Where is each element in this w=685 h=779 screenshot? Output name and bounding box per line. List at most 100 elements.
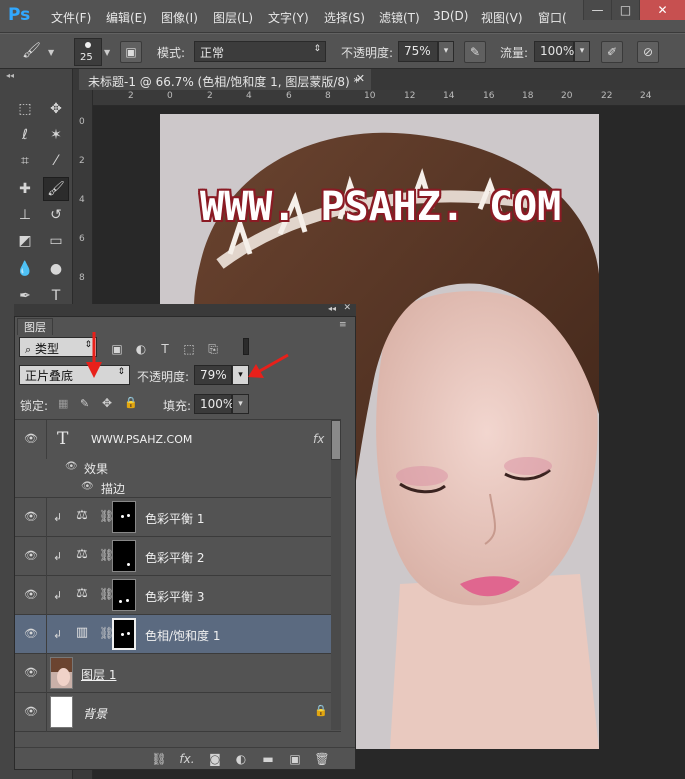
new-layer-icon[interactable]: ▣ [287,752,303,766]
ruler-label: 6 [286,91,292,101]
menu-edit[interactable]: 编辑(E) [106,9,147,26]
close-tab-icon[interactable]: ✕ [356,72,365,85]
filter-pixel-icon[interactable]: ▣ [109,342,125,356]
airbrush-icon[interactable]: ✐ [601,41,623,63]
layer-row-background[interactable]: 👁 背景 🔒 [15,693,341,732]
layer-mask-thumbnail[interactable] [112,501,136,533]
blur-tool-icon[interactable]: 💧 [12,257,38,281]
layers-panel-footer: ⛓ fx. ◙ ◐ ▬ ▣ 🗑 [15,747,355,769]
opacity-field[interactable]: 75% [398,41,438,62]
clone-stamp-tool-icon[interactable]: ⊥ [12,203,38,227]
move-tool-icon[interactable]: ✥ [43,97,69,121]
filter-smart-object-icon[interactable]: ⎘ [205,342,221,356]
layer-row-selected[interactable]: 👁 ↲ ▥ ⛓ 色相/饱和度 1 [15,615,341,654]
minimize-button[interactable]: — [583,0,611,20]
eraser-tool-icon[interactable]: ◩ [12,229,38,253]
menu-image[interactable]: 图像(I) [161,9,198,26]
lock-transparent-icon[interactable]: ▦ [58,397,68,410]
ruler-label: 0 [79,117,85,127]
filter-adjustment-icon[interactable]: ◐ [133,342,149,356]
layer-row[interactable]: 👁 ↲ ⚖ ⛓ 色彩平衡 2 [15,537,341,576]
visibility-eye-icon[interactable]: 👁 [23,627,39,641]
layer-row[interactable]: 👁 ↲ ⚖ ⛓ 色彩平衡 3 [15,576,341,615]
collapse-arrows-icon[interactable]: ◂◂ [6,71,14,80]
layer-mask-thumbnail[interactable] [112,579,136,611]
brush-size-picker[interactable]: 25 [74,38,102,66]
tool-preset-arrow-icon[interactable]: ▼ [48,48,54,57]
layer-mask-thumbnail[interactable] [112,540,136,572]
menu-layer[interactable]: 图层(L) [213,9,253,26]
lock-pixels-icon[interactable]: ✎ [80,397,89,410]
marquee-tool-icon[interactable]: ⬚ [12,97,38,121]
panel-close-icon[interactable]: ✕ [343,303,351,313]
visibility-eye-icon[interactable]: 👁 [23,549,39,563]
visibility-eye-icon[interactable]: 👁 [23,432,39,446]
panel-collapse-icon[interactable]: ◂◂ [328,304,336,313]
layers-tab[interactable]: 图层 [17,318,53,335]
close-button[interactable]: ✕ [639,0,685,20]
add-style-fx-icon[interactable]: fx. [179,752,195,766]
opacity-dropdown-icon[interactable]: ▾ [438,41,454,62]
layers-scrollbar[interactable] [331,420,341,730]
dodge-tool-icon[interactable]: ● [43,257,69,281]
layers-scrollbar-thumb[interactable] [331,420,341,460]
menu-select[interactable]: 选择(S) [324,9,365,26]
brush-tool-button-icon[interactable]: 🖌 [43,177,69,201]
fill-field[interactable]: 100% [194,394,234,414]
ruler-label: 10 [364,91,376,101]
menu-type[interactable]: 文字(Y) [268,9,309,26]
layer-row-text[interactable]: 👁 T WWW.PSAHZ.COM fx 👁 效果 👁 描边 [15,420,331,498]
flow-field[interactable]: 100% [534,41,574,62]
window-controls: — □ ✕ [583,0,685,20]
layer-thumbnail[interactable] [50,657,73,689]
brush-tool-icon[interactable]: 🖌 [22,41,44,63]
filter-type-icon[interactable]: T [157,342,173,356]
history-brush-tool-icon[interactable]: ↺ [43,203,69,227]
add-mask-icon[interactable]: ◙ [207,752,223,766]
new-adjustment-icon[interactable]: ◐ [233,752,249,766]
lock-position-icon[interactable]: ✥ [102,396,112,410]
document-tab[interactable]: 未标题-1 @ 66.7% (色相/饱和度 1, 图层蒙版/8) * ✕ [79,69,371,90]
mode-select[interactable]: 正常 ⇕ [194,41,326,62]
effects-eye-icon[interactable]: 👁 [65,461,78,472]
link-layers-icon[interactable]: ⛓ [151,752,167,766]
magic-wand-tool-icon[interactable]: ✶ [43,123,69,147]
brush-panel-toggle-icon[interactable]: ▣ [120,41,142,63]
visibility-eye-icon[interactable]: 👁 [23,588,39,602]
eyedropper-tool-icon[interactable]: ⁄ [43,149,69,173]
stroke-eye-icon[interactable]: 👁 [81,481,94,492]
brush-picker-arrow-icon[interactable]: ▼ [104,48,110,57]
fill-dropdown-icon[interactable]: ▾ [232,394,249,414]
ruler-label: 8 [325,91,331,101]
layer-mask-thumbnail[interactable] [112,618,136,650]
menu-window[interactable]: 窗口( [538,9,567,26]
visibility-eye-icon[interactable]: 👁 [23,510,39,524]
layer-thumbnail[interactable] [50,696,73,728]
lock-all-icon[interactable]: 🔒 [124,396,138,409]
menu-filter[interactable]: 滤镜(T) [379,9,420,26]
gradient-tool-icon[interactable]: ▭ [43,229,69,253]
maximize-button[interactable]: □ [611,0,639,20]
divider [46,420,47,459]
menu-view[interactable]: 视图(V) [481,9,523,26]
layer-opacity-field[interactable]: 79% [194,365,232,385]
flow-dropdown-icon[interactable]: ▾ [574,41,590,62]
pressure-size-icon[interactable]: ⊘ [637,41,659,63]
layer-name: 色相/饱和度 1 [145,629,221,643]
filter-shape-icon[interactable]: ⬚ [181,342,197,356]
crop-tool-icon[interactable]: ⌗ [12,149,38,173]
new-group-icon[interactable]: ▬ [260,752,276,766]
menu-file[interactable]: 文件(F) [51,9,91,26]
layer-row[interactable]: 👁 ↲ ⚖ ⛓ 色彩平衡 1 [15,498,341,537]
delete-layer-icon[interactable]: 🗑 [314,752,330,766]
visibility-eye-icon[interactable]: 👁 [23,666,39,680]
blend-mode-select[interactable]: 正片叠底 ⇕ [19,365,130,385]
visibility-eye-icon[interactable]: 👁 [23,705,39,719]
menu-3d[interactable]: 3D(D) [433,9,468,23]
effects-fx-icon[interactable]: fx [313,432,324,446]
pressure-opacity-icon[interactable]: ✎ [464,41,486,63]
lasso-tool-icon[interactable]: ℓ [12,123,38,147]
healing-brush-tool-icon[interactable]: ✚ [12,177,38,201]
panel-menu-icon[interactable]: ≡ [339,320,347,330]
layer-row[interactable]: 👁 图层 1 [15,654,341,693]
